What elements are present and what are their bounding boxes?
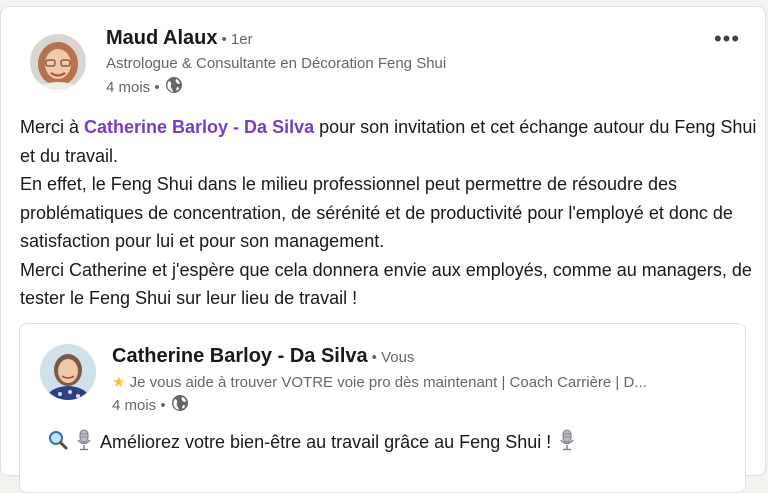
quoted-author-avatar[interactable] [40, 344, 96, 400]
connection-degree: • 1er [221, 31, 253, 48]
author-name-text[interactable]: Maud Alaux [106, 27, 218, 49]
microphone-icon [76, 429, 92, 456]
post-card: Maud Alaux • 1er Astrologue & Consultante… [0, 6, 766, 493]
quoted-author-headline: ★ Je vous aide à trouver VOTRE voie pro … [112, 373, 647, 391]
globe-icon [165, 76, 183, 98]
author-name[interactable]: Maud Alaux • 1er [106, 27, 253, 50]
mention-link[interactable]: Catherine Barloy - Da Silva [84, 117, 314, 137]
star-icon: ★ [112, 374, 126, 391]
quoted-post-text-content: Améliorez votre bien-être au travail grâ… [100, 432, 552, 452]
author-headline: Astrologue & Consultante en Décoration F… [106, 55, 447, 72]
quoted-post-text: Améliorez votre bien-être au travail grâ… [48, 429, 575, 456]
quoted-post-time: 4 mois • [112, 396, 166, 414]
microphone-icon [559, 429, 575, 456]
post-time: 4 mois • [106, 78, 160, 96]
quoted-author-name[interactable]: Catherine Barloy - Da Silva • Vous [112, 345, 414, 368]
magnifying-glass-icon [48, 430, 68, 455]
quoted-post-card[interactable]: Catherine Barloy - Da Silva • Vous ★ Je v… [19, 323, 746, 493]
post-paragraph-2: En effet, le Feng Shui dans le milieu pr… [20, 174, 733, 251]
post-text-segment: Merci à [20, 117, 85, 137]
quoted-author-degree: • Vous [371, 349, 415, 366]
quoted-post-meta: 4 mois • [112, 394, 189, 416]
post-meta: 4 mois • [106, 76, 183, 98]
more-options-icon[interactable]: ••• [709, 26, 745, 51]
post-paragraph-1: Merci à Catherine Barloy - Da Silva pour… [20, 113, 760, 170]
author-avatar[interactable] [30, 34, 86, 90]
post-body: Merci à Catherine Barloy - Da Silva pour… [20, 113, 760, 313]
post-paragraph-3: Merci Catherine et j'espère que cela don… [20, 259, 752, 309]
quoted-author-name-text[interactable]: Catherine Barloy - Da Silva [112, 345, 368, 367]
globe-icon [171, 394, 189, 416]
quoted-headline-text: Je vous aide à trouver VOTRE voie pro dè… [129, 374, 647, 391]
